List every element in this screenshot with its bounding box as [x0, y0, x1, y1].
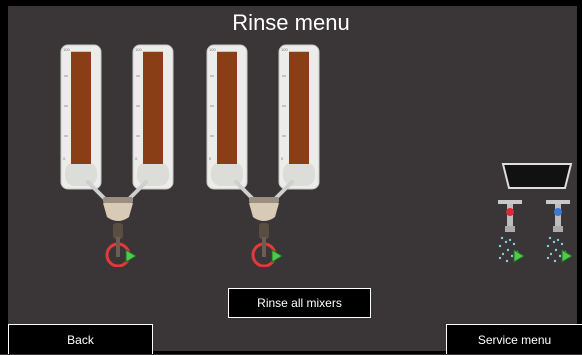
- cold-water-tap[interactable]: [540, 198, 576, 266]
- mixer-2[interactable]: [234, 195, 294, 267]
- hot-water-tap[interactable]: [492, 198, 528, 266]
- tap-icon: [498, 200, 522, 232]
- play-icon: [271, 249, 283, 263]
- rinse-all-mixers-button[interactable]: Rinse all mixers: [228, 288, 371, 318]
- play-icon: [513, 249, 525, 263]
- tap-icon: [546, 200, 570, 232]
- drip-tray-icon: [501, 163, 573, 189]
- play-icon: [125, 249, 137, 263]
- back-button[interactable]: Back: [8, 324, 153, 354]
- mixer-1[interactable]: [88, 195, 148, 267]
- service-menu-button[interactable]: Service menu: [446, 324, 582, 354]
- play-icon: [561, 249, 573, 263]
